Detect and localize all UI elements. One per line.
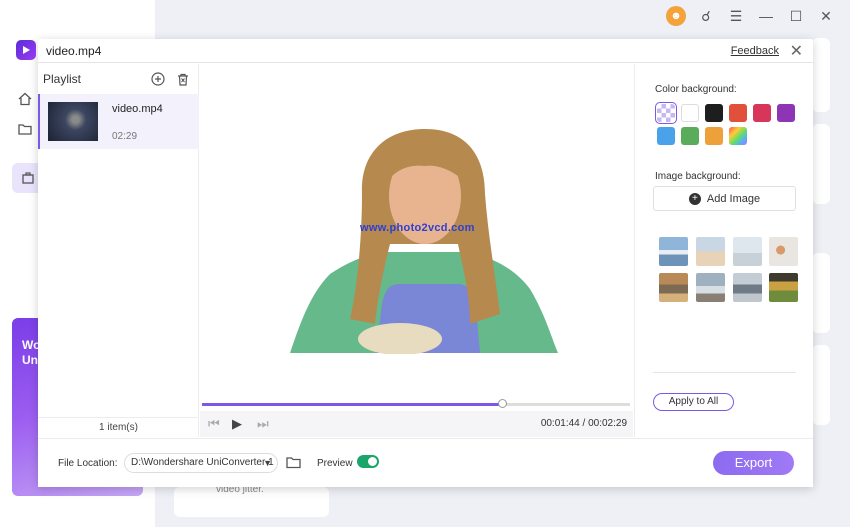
divider	[653, 372, 796, 373]
dialog-footer: File Location: D:\Wondershare UniConvert…	[38, 438, 813, 487]
bg-image-thumb[interactable]	[769, 237, 798, 266]
bg-card	[812, 253, 830, 333]
video-preview: www.photo2vcd.com	[200, 64, 633, 402]
dialog-title: video.mp4	[46, 44, 102, 58]
playlist-count: 1 item(s)	[38, 417, 199, 437]
close-icon[interactable]: ✕	[816, 6, 836, 26]
feedback-link[interactable]: Feedback	[731, 45, 779, 57]
avatar-icon[interactable]: ☻	[666, 6, 686, 26]
progress-knob[interactable]	[497, 399, 507, 408]
file-location-select[interactable]: D:\Wondershare UniConverter 1 ▼	[124, 453, 278, 473]
export-button[interactable]: Export	[713, 451, 794, 475]
progress-fill	[202, 403, 502, 406]
plus-icon: +	[688, 192, 701, 205]
home-icon[interactable]	[12, 86, 38, 112]
chevron-down-icon: ▼	[263, 458, 272, 468]
bg-image-thumb[interactable]	[696, 273, 725, 302]
preview-label: Preview	[317, 458, 353, 469]
progress-bar[interactable]	[202, 399, 630, 408]
file-location-label: File Location:	[58, 458, 118, 469]
bg-card	[812, 38, 830, 112]
dialog-close-icon[interactable]: ✕	[790, 41, 803, 61]
app-logo-icon	[16, 40, 36, 60]
background-options-panel: Color background: Image background: + Ad…	[634, 64, 813, 437]
playlist-panel: Playlist video.mp4 02:29 1 item(s)	[38, 64, 199, 437]
add-file-icon[interactable]	[150, 71, 166, 87]
subject-cutout	[290, 129, 558, 354]
maximize-icon[interactable]: ☐	[786, 6, 806, 26]
bg-image-thumb[interactable]	[659, 273, 688, 302]
folder-nav-icon[interactable]	[12, 116, 38, 142]
preview-toggle[interactable]	[357, 455, 379, 468]
delete-icon[interactable]	[175, 71, 191, 87]
swatch-crimson[interactable]	[753, 104, 771, 122]
dialog-header: video.mp4 Feedback ✕	[16, 39, 813, 63]
previous-icon[interactable]: ⏮	[208, 416, 220, 432]
bg-card	[812, 345, 830, 425]
playlist-item[interactable]: video.mp4 02:29	[38, 94, 199, 149]
color-background-label: Color background:	[655, 84, 737, 95]
next-icon[interactable]: ⏭	[257, 416, 269, 432]
bg-image-thumb[interactable]	[659, 237, 688, 266]
swatch-black[interactable]	[705, 104, 723, 122]
file-location-value: D:\Wondershare UniConverter 1	[131, 457, 274, 468]
bg-image-thumb[interactable]	[769, 273, 798, 302]
playlist-item-duration: 02:29	[112, 131, 138, 142]
app-topbar: ☻ ☌ ☰ — ☐ ✕	[155, 0, 850, 32]
toggle-knob	[368, 457, 377, 466]
swatch-blue[interactable]	[657, 127, 675, 145]
swatch-transparent[interactable]	[655, 102, 677, 124]
play-icon[interactable]: ▶	[232, 416, 242, 432]
video-thumbnail	[48, 102, 98, 141]
headset-icon[interactable]: ☌	[696, 6, 716, 26]
add-image-button[interactable]: + Add Image	[653, 186, 796, 211]
playlist-item-name: video.mp4	[112, 103, 163, 115]
open-folder-icon[interactable]	[286, 455, 301, 469]
playback-controls: ⏮ ▶ ⏭ 00:01:44 / 00:02:29	[200, 411, 633, 437]
add-image-label: Add Image	[706, 192, 761, 205]
bg-card-text: video jitter.	[174, 485, 329, 517]
swatch-purple[interactable]	[777, 104, 795, 122]
playlist-title: Playlist	[43, 72, 82, 86]
swatch-green[interactable]	[681, 127, 699, 145]
timecode: 00:01:44 / 00:02:29	[540, 418, 627, 429]
swatch-orange[interactable]	[705, 127, 723, 145]
apply-to-all-button[interactable]: Apply to All	[653, 393, 734, 411]
bg-image-thumb[interactable]	[733, 273, 762, 302]
image-background-label: Image background:	[655, 171, 741, 182]
watermark-text: www.photo2vcd.com	[360, 222, 475, 234]
swatch-red[interactable]	[729, 104, 747, 122]
background-remover-dialog: video.mp4 Feedback ✕ Playlist video.mp4 …	[16, 39, 813, 487]
bg-image-thumb[interactable]	[696, 237, 725, 266]
bg-card	[812, 124, 830, 204]
swatch-custom-color[interactable]	[729, 127, 747, 145]
minimize-icon[interactable]: —	[756, 6, 776, 26]
menu-icon[interactable]: ☰	[726, 6, 746, 26]
swatch-white[interactable]	[681, 104, 699, 122]
bg-image-thumb[interactable]	[733, 237, 762, 266]
